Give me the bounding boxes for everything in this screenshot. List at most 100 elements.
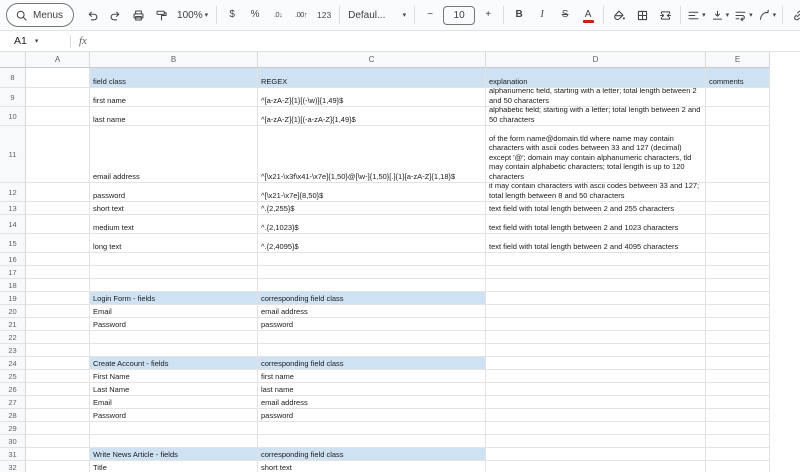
cell-A31[interactable]	[26, 448, 90, 461]
row-header-29[interactable]: 29	[0, 422, 26, 435]
row-header-16[interactable]: 16	[0, 253, 26, 266]
row-header-9[interactable]: 9	[0, 88, 26, 107]
cell-B14[interactable]: medium text	[90, 215, 258, 234]
text-color-button[interactable]: A	[577, 2, 599, 29]
cell-C12[interactable]: ^[\x21-\x7e]{8,50}$	[258, 183, 486, 202]
italic-button[interactable]: I	[531, 3, 553, 27]
cell-A16[interactable]	[26, 253, 90, 266]
increase-font-size-button[interactable]: +	[477, 3, 499, 27]
cell-D26[interactable]	[486, 383, 706, 396]
cell-C15[interactable]: ^.{2,4095}$	[258, 234, 486, 253]
undo-button[interactable]	[81, 3, 103, 27]
cell-A18[interactable]	[26, 279, 90, 292]
cell-B23[interactable]	[90, 344, 258, 357]
cell-A13[interactable]	[26, 202, 90, 215]
cell-C20[interactable]: email address	[258, 305, 486, 318]
cell-B21[interactable]: Password	[90, 318, 258, 331]
cell-E25[interactable]	[706, 370, 770, 383]
cell-C16[interactable]	[258, 253, 486, 266]
text-wrapping-button[interactable]: ▾	[732, 3, 755, 27]
cell-C17[interactable]	[258, 266, 486, 279]
column-header-D[interactable]: D	[486, 52, 706, 67]
cell-D15[interactable]: text field with total length between 2 a…	[486, 234, 706, 253]
cell-A28[interactable]	[26, 409, 90, 422]
row-header-13[interactable]: 13	[0, 202, 26, 215]
more-formats-button[interactable]: 123	[313, 3, 335, 27]
cell-B20[interactable]: Email	[90, 305, 258, 318]
cell-B15[interactable]: long text	[90, 234, 258, 253]
cell-C10[interactable]: ^[a-zA-Z]{1}[(-a-zA-Z]{1,49}$	[258, 107, 486, 126]
row-header-20[interactable]: 20	[0, 305, 26, 318]
column-header-C[interactable]: C	[258, 52, 486, 67]
cell-B30[interactable]	[90, 435, 258, 448]
row-header-30[interactable]: 30	[0, 435, 26, 448]
cell-B22[interactable]	[90, 331, 258, 344]
cell-B13[interactable]: short text	[90, 202, 258, 215]
cell-D16[interactable]	[486, 253, 706, 266]
cell-C29[interactable]	[258, 422, 486, 435]
cell-B9[interactable]: first name	[90, 88, 258, 107]
row-header-19[interactable]: 19	[0, 292, 26, 305]
cell-E21[interactable]	[706, 318, 770, 331]
cell-D23[interactable]	[486, 344, 706, 357]
name-box[interactable]: A1 ▾	[0, 35, 68, 47]
cell-E10[interactable]	[706, 107, 770, 126]
cell-E13[interactable]	[706, 202, 770, 215]
vertical-align-button[interactable]: ▾	[709, 3, 732, 27]
cell-D8[interactable]: explanation	[486, 68, 706, 88]
increase-decimal-places-button[interactable]: .00↑	[290, 3, 312, 27]
column-header-E[interactable]: E	[706, 52, 770, 67]
insert-link-button[interactable]	[787, 3, 800, 27]
cell-D28[interactable]	[486, 409, 706, 422]
cell-B29[interactable]	[90, 422, 258, 435]
row-header-27[interactable]: 27	[0, 396, 26, 409]
cell-B10[interactable]: last name	[90, 107, 258, 126]
cell-C14[interactable]: ^.{2,1023}$	[258, 215, 486, 234]
cell-E32[interactable]	[706, 461, 770, 472]
row-header-15[interactable]: 15	[0, 234, 26, 253]
cell-D21[interactable]	[486, 318, 706, 331]
cell-A19[interactable]	[26, 292, 90, 305]
cell-A23[interactable]	[26, 344, 90, 357]
cell-A24[interactable]	[26, 357, 90, 370]
cell-C18[interactable]	[258, 279, 486, 292]
cell-D18[interactable]	[486, 279, 706, 292]
row-header-23[interactable]: 23	[0, 344, 26, 357]
cell-D25[interactable]	[486, 370, 706, 383]
cell-C25[interactable]: first name	[258, 370, 486, 383]
row-header-24[interactable]: 24	[0, 357, 26, 370]
cell-D32[interactable]	[486, 461, 706, 472]
cell-D31[interactable]	[486, 448, 706, 461]
cell-B11[interactable]: email address	[90, 126, 258, 183]
cell-B8[interactable]: field class	[90, 68, 258, 88]
formula-input[interactable]	[97, 31, 800, 51]
cell-E9[interactable]	[706, 88, 770, 107]
select-all-corner[interactable]	[0, 52, 26, 67]
row-header-18[interactable]: 18	[0, 279, 26, 292]
cell-E31[interactable]	[706, 448, 770, 461]
horizontal-align-button[interactable]: ▾	[685, 3, 708, 27]
row-header-31[interactable]: 31	[0, 448, 26, 461]
cell-E15[interactable]	[706, 234, 770, 253]
cell-B25[interactable]: First Name	[90, 370, 258, 383]
cell-C31[interactable]: corresponding field class	[258, 448, 486, 461]
bold-button[interactable]: B	[508, 3, 530, 27]
redo-button[interactable]	[104, 3, 126, 27]
cell-C30[interactable]	[258, 435, 486, 448]
row-header-8[interactable]: 8	[0, 68, 26, 88]
zoom-button[interactable]: 100%▾	[173, 3, 212, 27]
row-header-17[interactable]: 17	[0, 266, 26, 279]
paint-format-button[interactable]	[150, 3, 172, 27]
cell-D29[interactable]	[486, 422, 706, 435]
row-header-10[interactable]: 10	[0, 107, 26, 126]
print-button[interactable]	[127, 3, 149, 27]
row-header-22[interactable]: 22	[0, 331, 26, 344]
cell-A8[interactable]	[26, 68, 90, 88]
decrease-decimal-places-button[interactable]: .0↓	[267, 3, 289, 27]
cell-C24[interactable]: corresponding field class	[258, 357, 486, 370]
cell-B17[interactable]	[90, 266, 258, 279]
font-size-button[interactable]: 10	[443, 6, 475, 25]
cell-D27[interactable]	[486, 396, 706, 409]
cell-A15[interactable]	[26, 234, 90, 253]
row-header-12[interactable]: 12	[0, 183, 26, 202]
